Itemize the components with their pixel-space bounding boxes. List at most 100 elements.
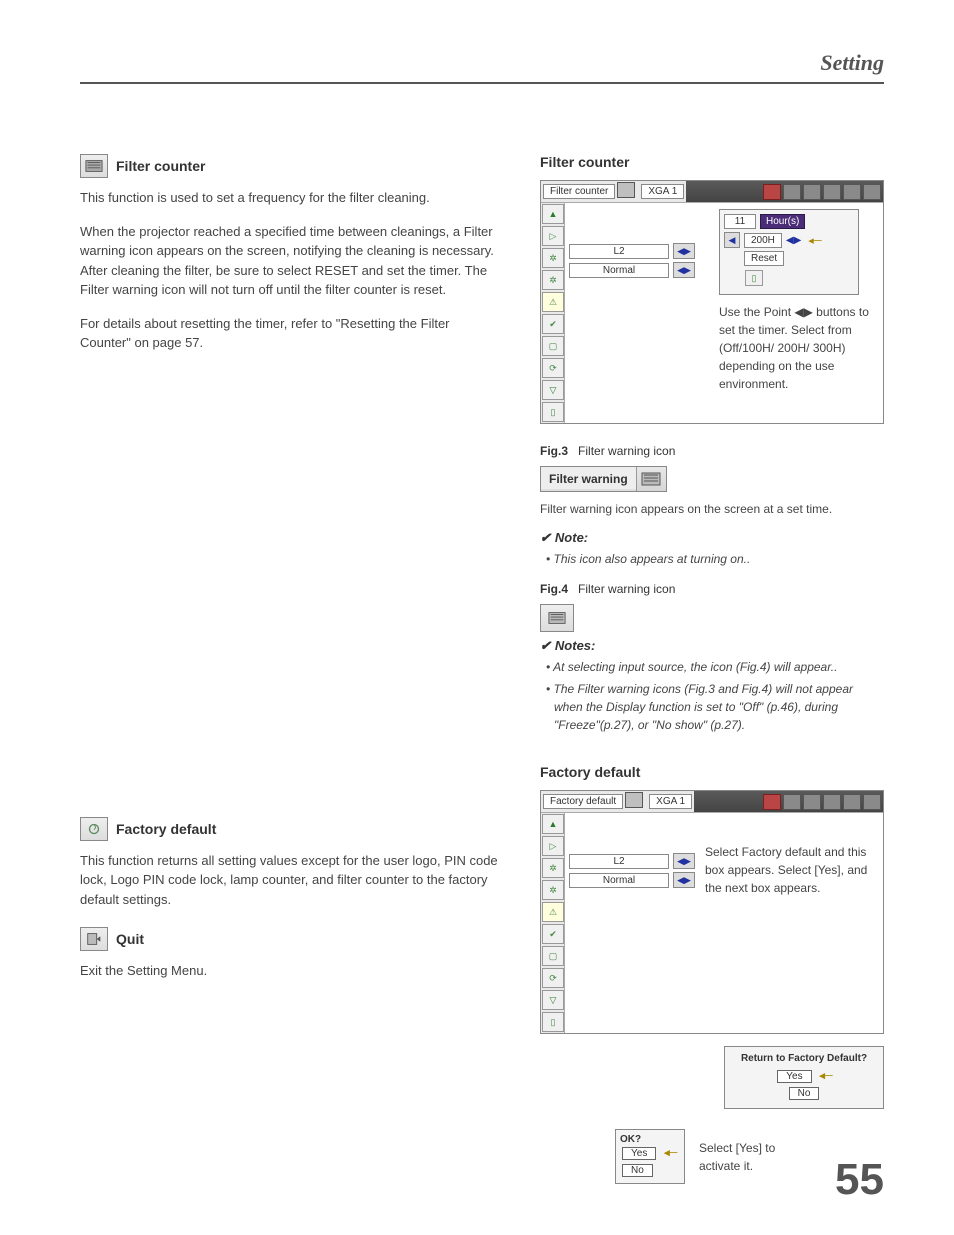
tab-icon (823, 184, 841, 200)
dialog2-title: OK? (620, 1134, 680, 1145)
fig4-text: Filter warning icon (578, 582, 675, 596)
filter-warning-icon (636, 467, 666, 491)
side-icon-up: ▲ (542, 814, 564, 834)
osd-200h: 200H (744, 233, 782, 248)
arrow-icon: ◀▶ (673, 853, 695, 869)
quit-p1: Exit the Setting Menu. (80, 961, 500, 981)
osd-header: Filter counter XGA 1 (541, 181, 883, 203)
osd2-title-label: Factory default (543, 794, 623, 809)
filter-diagram: Filter counter XGA 1 (540, 180, 884, 430)
tab-icon (843, 184, 861, 200)
quit-heading: Quit (80, 927, 500, 951)
factory-p1: This function returns all setting values… (80, 851, 500, 910)
osd-content: L2 ◀▶ Normal ◀▶ (565, 203, 883, 423)
factory-title: Factory default (116, 821, 216, 837)
arrow-icon: ◀▶ (673, 243, 695, 259)
osd-value-11: 11 (724, 214, 756, 229)
quit-icon (80, 927, 108, 951)
factory-rhead: Factory default (540, 764, 884, 780)
side-icon: ▢ (542, 946, 564, 966)
osd-body: ▲ ▷ ✲ ✲ ⚠ ✔ ▢ ⟳ ▽ ▯ (541, 203, 883, 423)
header-title: Setting (820, 50, 884, 75)
dialog1-title: Return to Factory Default? (733, 1053, 875, 1064)
filter-p3: For details about resetting the timer, r… (80, 314, 500, 353)
filter-p2: When the projector reached a specified t… (80, 222, 500, 300)
factory-caption3: Select Factory default and this box appe… (705, 843, 879, 897)
side-icon: ✲ (542, 858, 564, 878)
tab-icon (843, 794, 861, 810)
pointer-icon: ◂─ (808, 234, 821, 247)
osd-sidebar: ▲ ▷ ✲ ✲ ⚠ ✔ ▢ ⟳ ▽ ▯ (541, 203, 565, 423)
arrow-icon: ◀▶ (786, 235, 801, 246)
dialog-factory-default: Return to Factory Default? Yes ◂─ No (724, 1046, 884, 1109)
notes2-item2: • The Filter warning icons (Fig.3 and Fi… (554, 680, 884, 734)
osd-hours: Hour(s) (760, 214, 805, 229)
dialog2-no-btn: No (622, 1164, 653, 1177)
osd-l2-label: L2 (569, 244, 669, 259)
osd2-sidebar: ▲ ▷ ✲ ✲ ⚠ ✔ ▢ ⟳ ▽ ▯ (541, 813, 565, 1033)
fig3-text: Filter warning icon (578, 444, 675, 458)
pointer-icon: ◂─ (664, 1147, 677, 1159)
osd-end-icon: ▯ (745, 270, 763, 286)
side-icon: ⟳ (542, 358, 564, 378)
filter-p1: This function is used to set a frequency… (80, 188, 500, 208)
side-icon: ✲ (542, 880, 564, 900)
note1-item: • This icon also appears at turning on.. (554, 550, 884, 568)
tab-icon (783, 794, 801, 810)
side-icon: ▷ (542, 836, 564, 856)
side-icon: ▷ (542, 226, 564, 246)
osd-row-normal: Normal ◀▶ (569, 262, 709, 278)
fig4-label: Fig.4 (540, 582, 568, 596)
osd-panel-filter: Filter counter XGA 1 (540, 180, 884, 424)
side-icon: ⟳ (542, 968, 564, 988)
osd-title-label: Filter counter (543, 184, 615, 199)
osd2-tab-row (694, 791, 883, 812)
fig4-line: Fig.4 Filter warning icon (540, 582, 884, 596)
columns: Filter counter This function is used to … (80, 154, 884, 1190)
osd-reset: Reset (744, 251, 784, 266)
osd2-normal: Normal (569, 873, 669, 888)
osd-tab-row (686, 181, 883, 202)
fig3-line: Fig.3 Filter warning icon (540, 444, 884, 458)
side-icon: ✔ (542, 924, 564, 944)
side-icon-down: ▽ (542, 380, 564, 400)
osd2-mode-label: XGA 1 (649, 794, 692, 809)
side-icon-up: ▲ (542, 204, 564, 224)
side-icon: ⚠ (542, 292, 564, 312)
fig3-label: Fig.3 (540, 444, 568, 458)
back-icon: ◀ (724, 232, 740, 248)
tab-icon (863, 794, 881, 810)
dialog-yes-btn: Yes (777, 1070, 811, 1083)
side-icon: ▯ (542, 1012, 564, 1032)
filter-warning-label: Filter warning (541, 469, 636, 489)
arrow-icon: ◀▶ (673, 262, 695, 278)
tab-icon (803, 794, 821, 810)
side-icon: ✲ (542, 270, 564, 290)
right-column: Filter counter Filter counter XGA 1 (540, 154, 884, 1190)
osd-mode-label: XGA 1 (641, 184, 684, 199)
filter-title: Filter counter (116, 158, 205, 174)
osd-panel-factory: Factory default XGA 1 ▲ ▷ (540, 790, 884, 1034)
side-icon-down: ▽ (542, 990, 564, 1010)
factory-icon (80, 817, 108, 841)
factory-heading: Factory default (80, 817, 500, 841)
side-icon: ⚠ (542, 902, 564, 922)
filter-caption1: Use the Point ◀▶ buttons to set the time… (719, 303, 879, 393)
filter-icon (80, 154, 108, 178)
tab-icon (803, 184, 821, 200)
quit-title: Quit (116, 931, 144, 947)
dialog2-yes-btn: Yes (622, 1147, 656, 1160)
osd-normal-label: Normal (569, 263, 669, 278)
osd2-l2: L2 (569, 854, 669, 869)
arrow-icon: ◀▶ (673, 872, 695, 888)
dialog-ok: OK? Yes ◂─ No (615, 1129, 685, 1184)
page-number: 55 (835, 1155, 884, 1205)
left-column: Filter counter This function is used to … (80, 154, 500, 1190)
pointer-icon: ◂─ (819, 1070, 832, 1082)
tab-icon (763, 184, 781, 200)
filter-warning-pill: Filter warning (540, 466, 667, 492)
filter-warning-icon-large (540, 604, 574, 632)
note1-head: Note: (540, 530, 884, 546)
tab-icon (763, 794, 781, 810)
filter-counter-heading: Filter counter (80, 154, 500, 178)
